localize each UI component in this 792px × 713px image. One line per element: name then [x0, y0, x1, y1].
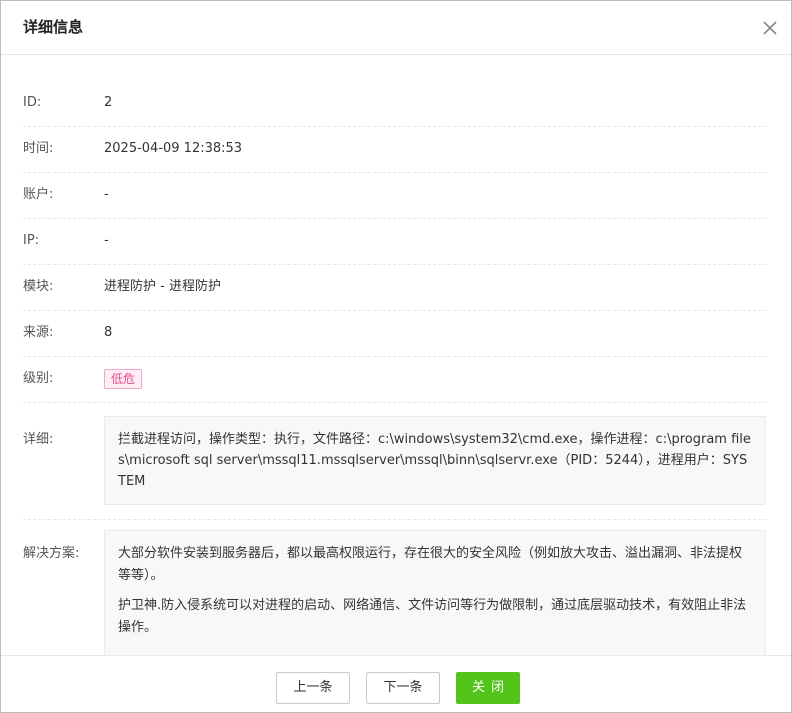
field-label: 模块:	[23, 279, 54, 294]
field-time: 时间: 2025-04-09 12:38:53	[23, 139, 766, 173]
level-badge: 低危	[104, 369, 143, 389]
field-source: 来源: 8	[23, 323, 766, 357]
dialog-footer: 上一条 下一条 关闭	[1, 655, 791, 712]
close-button[interactable]	[759, 17, 781, 39]
field-value: -	[104, 233, 109, 248]
field-label: 级别:	[23, 371, 54, 386]
detail-dialog: 详细信息 ID: 2 时间: 2025-04-09 12:38:53 账户: -…	[0, 0, 792, 713]
field-value: 8	[104, 325, 113, 340]
solution-paragraph: 大部分软件安装到服务器后，都以最高权限运行，存在很大的安全风险（例如放大攻击、溢…	[118, 546, 743, 583]
field-detail: 详细: 拦截进程访问，操作类型：执行，文件路径：c:\windows\syste…	[23, 416, 766, 520]
dialog-title: 详细信息	[23, 18, 84, 36]
field-value: 2	[104, 95, 113, 110]
detail-text: 拦截进程访问，操作类型：执行，文件路径：c:\windows\system32\…	[104, 416, 766, 505]
field-label: 详细:	[23, 432, 54, 447]
close-icon	[763, 21, 777, 35]
field-value: 进程防护 - 进程防护	[104, 279, 221, 294]
close-dialog-button[interactable]: 关闭	[456, 672, 520, 704]
field-level: 级别: 低危	[23, 369, 766, 403]
field-label: 时间:	[23, 141, 54, 156]
field-value: 2025-04-09 12:38:53	[104, 141, 243, 156]
dialog-body: ID: 2 时间: 2025-04-09 12:38:53 账户: - IP: …	[1, 56, 791, 655]
solution-text: 大部分软件安装到服务器后，都以最高权限运行，存在很大的安全风险（例如放大攻击、溢…	[104, 530, 766, 655]
field-label: 来源:	[23, 325, 54, 340]
field-label: 解决方案:	[23, 546, 80, 561]
field-label: ID:	[23, 95, 42, 110]
field-solution: 解决方案: 大部分软件安装到服务器后，都以最高权限运行，存在很大的安全风险（例如…	[23, 530, 766, 655]
next-button[interactable]: 下一条	[366, 672, 440, 704]
field-module: 模块: 进程防护 - 进程防护	[23, 277, 766, 311]
field-account: 账户: -	[23, 185, 766, 219]
prev-button[interactable]: 上一条	[276, 672, 350, 704]
field-value: 低危	[104, 369, 143, 390]
solution-paragraph: 护卫神.防入侵系统可以对进程的启动、网络通信、文件访问等行为做限制，通过底层驱动…	[118, 598, 747, 635]
field-label: IP:	[23, 233, 40, 248]
field-value: -	[104, 187, 109, 202]
dialog-header: 详细信息	[1, 1, 791, 55]
field-label: 账户:	[23, 187, 54, 202]
field-id: ID: 2	[23, 93, 766, 127]
field-ip: IP: -	[23, 231, 766, 265]
